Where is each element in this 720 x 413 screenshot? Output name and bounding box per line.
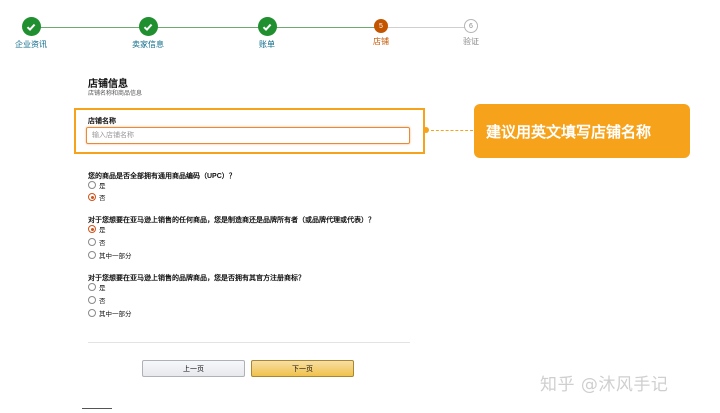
radio-label: 是	[99, 285, 106, 292]
radio-option-brand-yes[interactable]: 是	[88, 224, 106, 234]
step-number: 5	[374, 19, 388, 33]
step-label: 卖家信息	[132, 40, 164, 49]
radio-option-upc-yes[interactable]: 是	[88, 180, 106, 190]
step-billing: 账单	[222, 17, 312, 50]
callout-connector-dot	[423, 127, 429, 133]
radio-option-brand-no[interactable]: 否	[88, 237, 106, 247]
radio-option-trademark-yes[interactable]: 是	[88, 282, 106, 292]
radio-label: 是	[99, 227, 106, 234]
step-label: 店铺	[373, 37, 389, 46]
step-seller-info: 卖家信息	[103, 17, 193, 50]
radio-label: 否	[99, 298, 106, 305]
divider	[88, 342, 410, 343]
radio-label: 是	[99, 183, 106, 190]
checkmark-icon	[138, 17, 158, 36]
callout-text: 建议用英文填写店铺名称	[486, 123, 652, 141]
radio-button[interactable]	[88, 251, 96, 259]
step-label: 企业资讯	[15, 40, 47, 49]
section-subtitle: 店铺名称和商品信息	[88, 91, 143, 97]
watermark: 知乎 @沐风手记	[540, 375, 669, 395]
footer-fragment	[82, 408, 112, 413]
progress-stepper: 企业资讯 卖家信息 账单 5 店铺 6 验证	[0, 0, 720, 60]
radio-label: 其中一部分	[99, 253, 132, 260]
radio-label: 否	[99, 195, 106, 202]
radio-button[interactable]	[88, 309, 96, 317]
question-trademark: 对于您想要在亚马逊上销售的品牌商品，您是否拥有其官方注册商标？	[88, 275, 305, 282]
question-upc: 您的商品是否全部拥有通用商品编码（UPC）？	[88, 173, 236, 180]
step-store: 5 店铺	[336, 17, 426, 47]
radio-button[interactable]	[88, 296, 96, 304]
radio-label: 否	[99, 240, 106, 247]
step-label: 验证	[463, 37, 479, 46]
radio-option-trademark-partial[interactable]: 其中一部分	[88, 308, 132, 318]
tip-callout: 建议用英文填写店铺名称	[474, 104, 690, 158]
radio-button[interactable]	[88, 181, 96, 189]
store-name-label: 店铺名称	[88, 118, 116, 125]
question-brand-owner: 对于您想要在亚马逊上销售的任何商品，您是制造商还是品牌所有者（或品牌代理或代表）…	[88, 217, 375, 224]
step-company-info: 企业资讯	[0, 17, 76, 50]
radio-label: 其中一部分	[99, 311, 132, 318]
radio-button[interactable]	[88, 225, 96, 233]
checkmark-icon	[21, 17, 41, 36]
step-number: 6	[464, 19, 478, 33]
next-page-button[interactable]: 下一页	[251, 360, 354, 377]
radio-option-trademark-no[interactable]: 否	[88, 295, 106, 305]
previous-page-button[interactable]: 上一页	[142, 360, 245, 377]
checkmark-icon	[257, 17, 277, 36]
step-label: 账单	[259, 40, 275, 49]
radio-button[interactable]	[88, 193, 96, 201]
step-verification: 6 验证	[426, 17, 516, 47]
store-name-input[interactable]	[86, 127, 410, 144]
radio-option-upc-no[interactable]: 否	[88, 192, 106, 202]
callout-connector-line	[431, 130, 473, 131]
radio-option-brand-partial[interactable]: 其中一部分	[88, 250, 132, 260]
radio-button[interactable]	[88, 238, 96, 246]
radio-button[interactable]	[88, 283, 96, 291]
